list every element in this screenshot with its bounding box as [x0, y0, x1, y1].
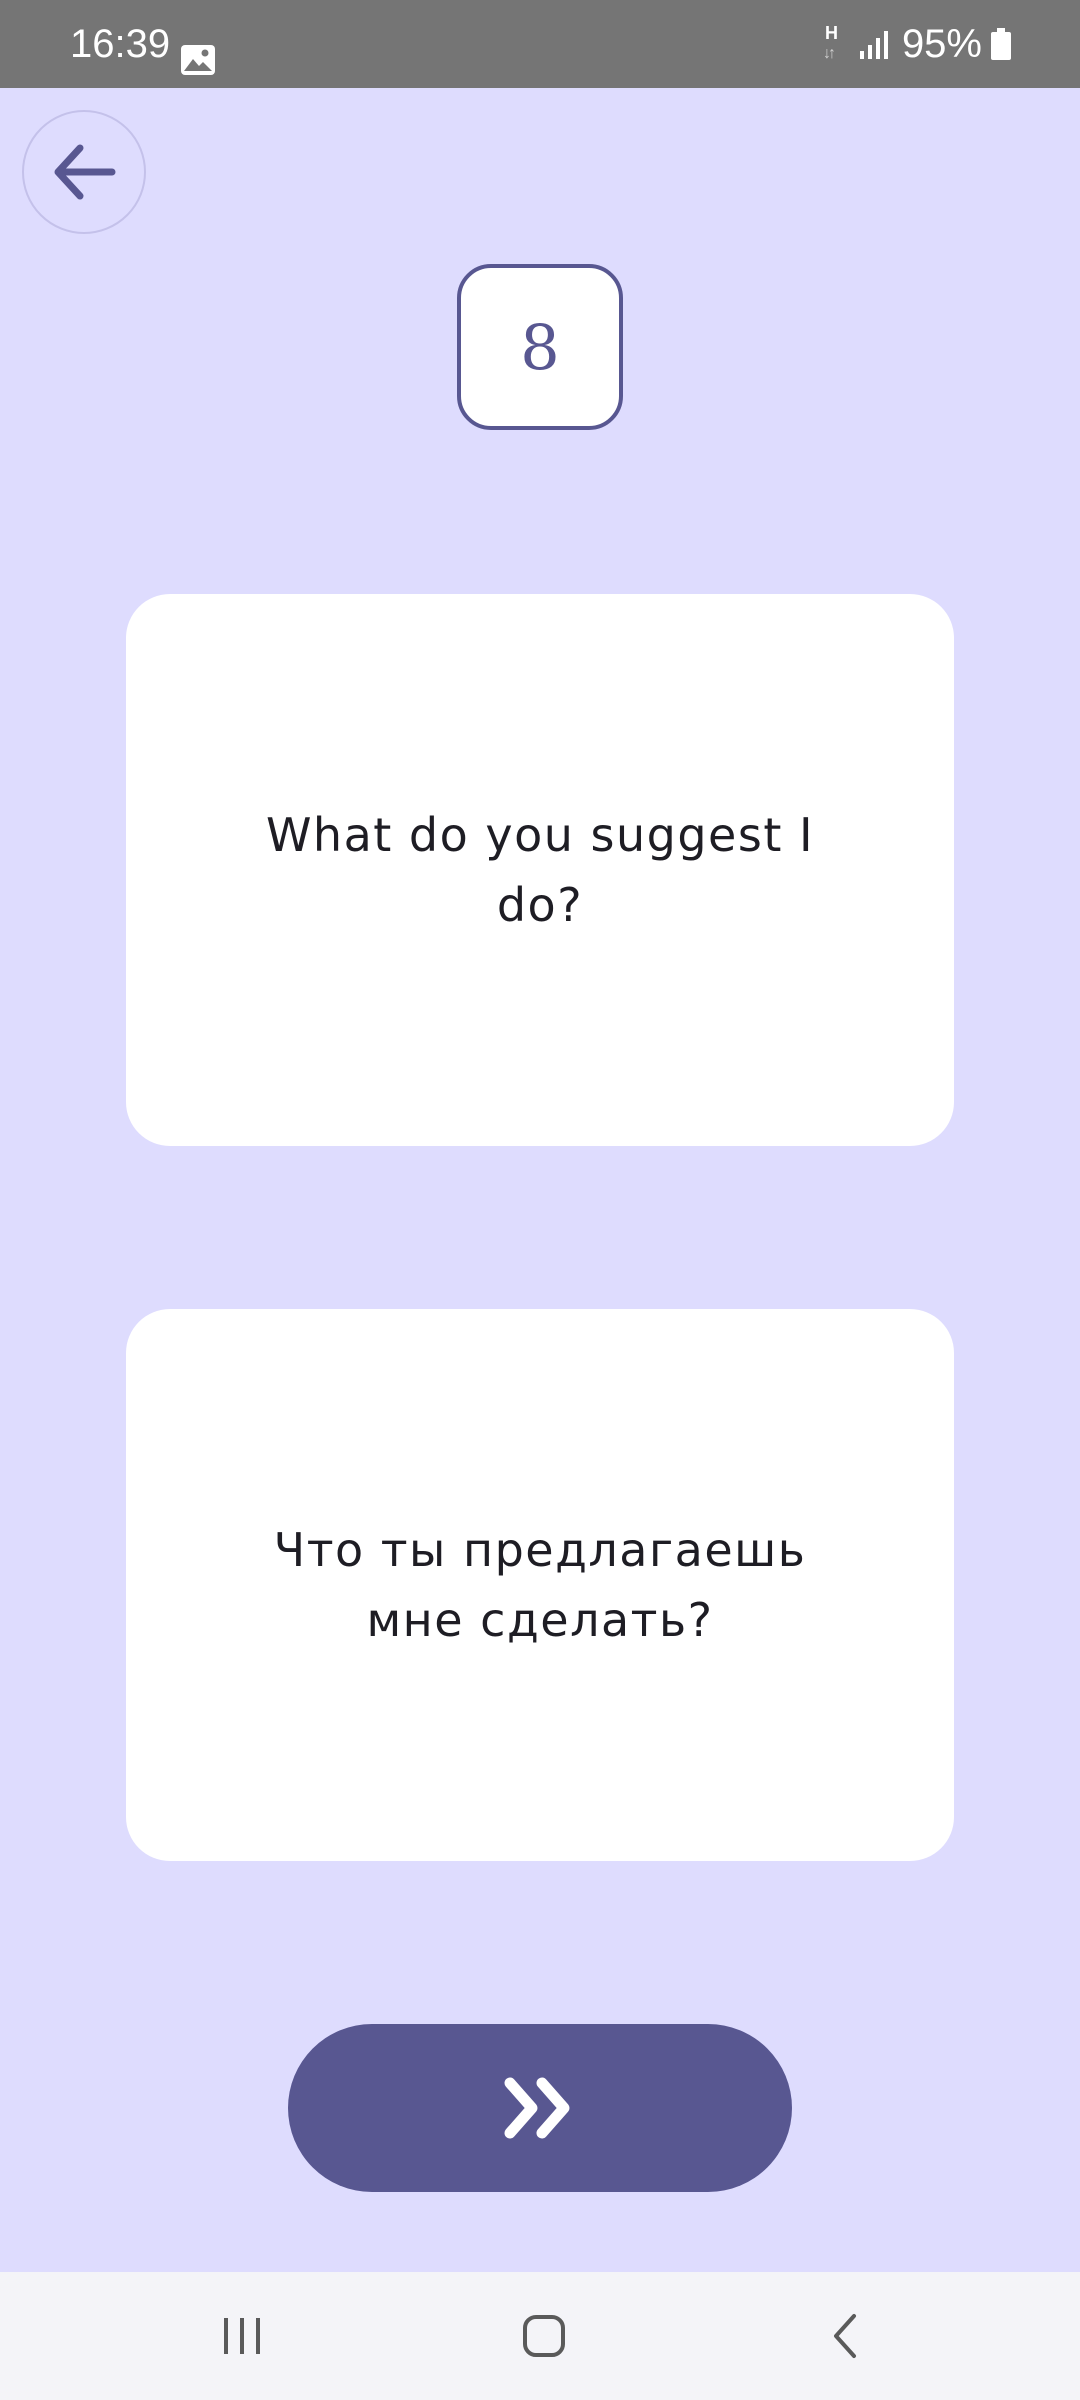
russian-translation-text: Что ты предлагаешь мне сделать?: [273, 1523, 807, 1647]
russian-translation-card[interactable]: Что ты предлагаешь мне сделать?: [126, 1309, 954, 1861]
status-right-group: H ↓↑ 95%: [820, 18, 1012, 70]
back-icon: [834, 2314, 856, 2358]
english-phrase-card[interactable]: What do you suggest I do?: [126, 594, 954, 1146]
home-icon: [523, 2315, 565, 2357]
system-back-button[interactable]: [810, 2300, 882, 2372]
signal-icon: [859, 31, 888, 59]
home-button[interactable]: [508, 2300, 580, 2372]
back-button[interactable]: [22, 110, 146, 234]
status-time: 16:39: [70, 22, 171, 66]
battery-percent: 95%: [901, 22, 982, 66]
recent-apps-icon: [224, 2318, 260, 2354]
gallery-icon: [181, 45, 215, 75]
arrow-left-icon: [54, 144, 116, 200]
card-counter: 8: [457, 264, 623, 430]
english-phrase-text: What do you suggest I do?: [265, 808, 815, 932]
counter-value: 8: [520, 310, 560, 384]
double-chevron-right-icon: [504, 2077, 570, 2139]
system-nav-bar: [0, 2272, 1080, 2400]
network-h-icon: H ↓↑: [822, 23, 838, 62]
next-button[interactable]: [288, 2024, 792, 2192]
recent-apps-button[interactable]: [206, 2300, 278, 2372]
status-bar: 16:39 H ↓↑ 95%: [0, 0, 1080, 88]
battery-icon: [991, 28, 1011, 60]
